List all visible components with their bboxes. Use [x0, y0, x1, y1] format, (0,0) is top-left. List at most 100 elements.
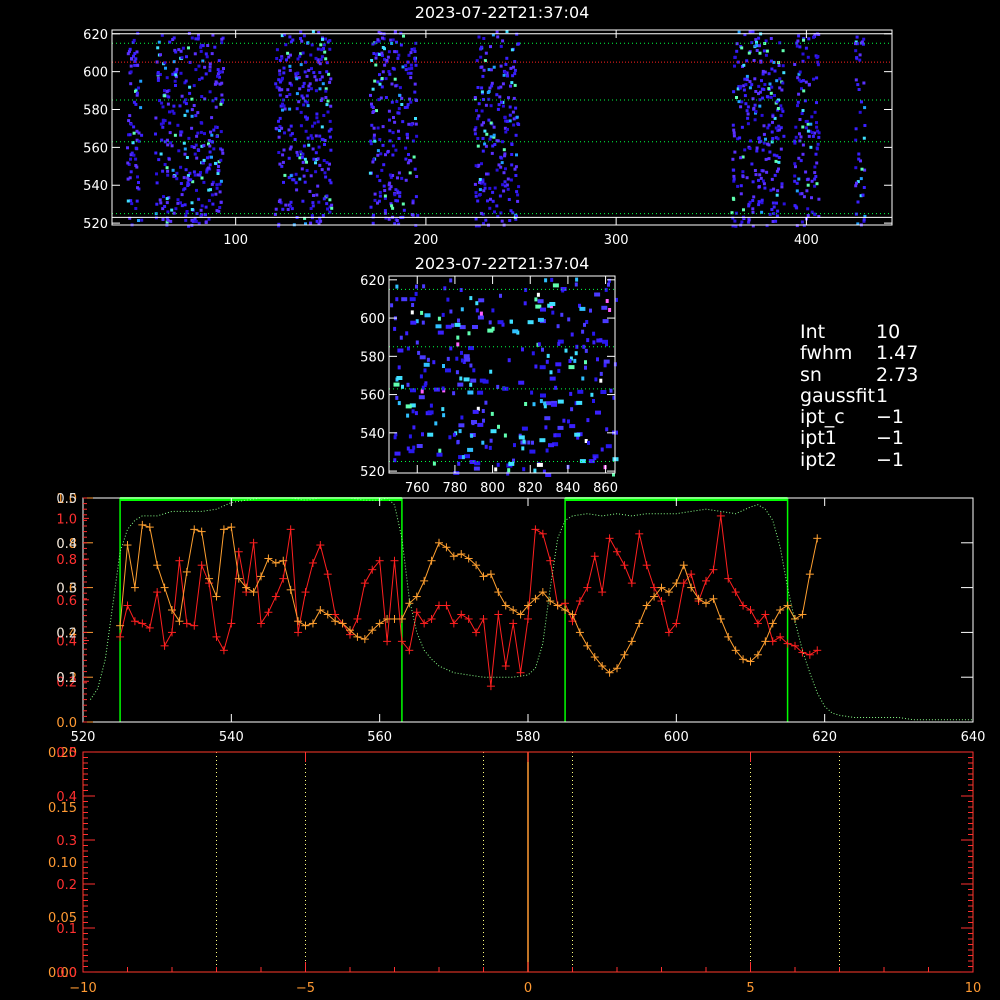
pixel — [325, 202, 329, 206]
pixel — [322, 43, 326, 47]
pixel — [515, 153, 518, 157]
pixel — [420, 310, 424, 315]
pixel — [185, 109, 189, 113]
pixel — [511, 110, 515, 114]
orange-point — [130, 583, 139, 592]
pixel — [806, 129, 810, 133]
pixel — [391, 144, 395, 148]
pixel — [474, 191, 478, 195]
left-tick-label-red: 0.1 — [56, 922, 77, 937]
pixel — [391, 153, 395, 157]
pixel — [475, 301, 479, 306]
pixel — [570, 332, 574, 337]
pixel — [775, 169, 779, 173]
pixel — [158, 198, 162, 202]
pixel — [393, 326, 397, 331]
pixel — [442, 364, 445, 368]
pixel — [460, 307, 464, 312]
pixel — [316, 157, 320, 161]
pixel — [512, 329, 519, 334]
pixel — [388, 72, 392, 76]
pixel — [299, 63, 303, 67]
pixel — [289, 200, 293, 204]
pixel — [159, 152, 163, 156]
pixel — [456, 342, 460, 347]
pixel — [741, 170, 745, 174]
pixel — [483, 59, 487, 63]
pixel — [743, 148, 747, 152]
pixel — [419, 355, 426, 360]
pixel — [126, 146, 129, 150]
fit-parameters: Int 10 fwhm 1.47 sn 2.73 gaussfit1 ipt_c −1 ipt1−… — [800, 321, 918, 471]
pixel — [539, 399, 543, 404]
pixel — [489, 197, 492, 201]
pixel — [470, 378, 477, 383]
pixel — [507, 468, 511, 473]
y-tick-label: 600 — [360, 312, 385, 327]
pixel — [596, 338, 603, 343]
pixel — [388, 129, 392, 133]
pixel — [814, 152, 818, 156]
red-point — [472, 628, 481, 637]
pixel — [502, 171, 506, 175]
pixel — [499, 293, 502, 298]
red-point — [442, 601, 451, 610]
pixel — [521, 347, 524, 352]
pixel — [415, 175, 419, 178]
pixel — [473, 132, 477, 136]
pixel — [328, 47, 332, 51]
pixel — [278, 69, 282, 73]
pixel — [489, 121, 493, 125]
pixel — [368, 171, 372, 175]
pixel — [318, 87, 322, 91]
pixel — [133, 63, 137, 67]
red-point — [279, 574, 288, 583]
pixel — [742, 208, 745, 212]
pixel — [774, 126, 778, 130]
pixel — [407, 122, 411, 126]
pixel — [200, 95, 204, 98]
pixel — [779, 114, 783, 118]
pixel — [197, 149, 201, 152]
pixel — [396, 376, 403, 380]
pixel — [499, 155, 503, 159]
pixel — [478, 178, 482, 181]
pixel — [732, 174, 736, 178]
pixel — [291, 178, 295, 182]
pixel — [510, 48, 514, 52]
orange-point — [271, 558, 280, 567]
panel-4-ticks: −10 −5 0 5 100.000.050.100.150.200.00.10.20.… — [48, 746, 981, 996]
param-value: −1 — [876, 448, 905, 471]
pixel — [330, 206, 334, 210]
pixel — [744, 102, 748, 106]
param-row-Int: Int 10 — [800, 321, 918, 343]
pixel — [460, 358, 464, 363]
pixel — [592, 340, 596, 345]
pixel — [741, 175, 745, 179]
orange-point — [635, 619, 644, 628]
orange-point — [160, 583, 169, 592]
pixel — [208, 150, 212, 154]
pixel — [475, 109, 478, 113]
orange-point — [798, 610, 807, 619]
pixel — [219, 130, 223, 134]
pixel — [457, 461, 461, 466]
pixel — [804, 80, 808, 84]
pixel — [191, 219, 195, 223]
pixel — [745, 74, 749, 78]
pixel — [806, 55, 810, 59]
pixel — [299, 37, 302, 40]
pixel — [278, 72, 282, 76]
pixel — [762, 182, 766, 186]
pixel — [132, 38, 136, 42]
red-point — [768, 637, 777, 646]
pixel — [813, 110, 817, 114]
param-row-ipt1: ipt1 −1 — [800, 428, 918, 450]
pixel — [862, 218, 866, 222]
pixel — [204, 72, 208, 76]
orange-point — [583, 641, 592, 650]
pixel — [392, 116, 395, 119]
pixel — [208, 65, 212, 69]
pixel — [288, 68, 292, 72]
pixel — [812, 35, 815, 39]
